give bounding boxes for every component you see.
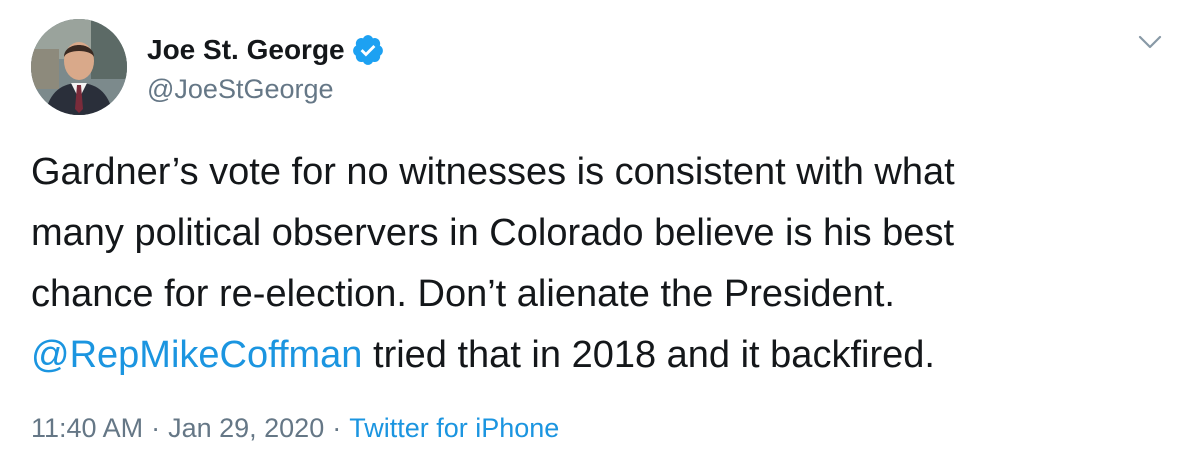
tweet-text-line: many political observers in Colorado bel… xyxy=(31,212,955,254)
tweet-card: Joe St. George @JoeStGeorge Gardner’s vo… xyxy=(0,0,1178,476)
mention-link[interactable]: @RepMikeCoffman xyxy=(31,334,362,376)
meta-separator: · xyxy=(332,413,342,443)
chevron-down-icon[interactable] xyxy=(1137,32,1163,52)
author-display-name[interactable]: Joe St. George xyxy=(147,32,345,68)
author-name-row[interactable]: Joe St. George xyxy=(147,32,385,68)
tweet-source-link[interactable]: Twitter for iPhone xyxy=(349,413,559,443)
tweet-date[interactable]: Jan 29, 2020 xyxy=(168,413,324,443)
profile-photo-icon xyxy=(31,19,127,115)
avatar[interactable] xyxy=(31,19,127,115)
verified-badge-icon xyxy=(352,35,383,65)
author-handle[interactable]: @JoeStGeorge xyxy=(147,72,334,106)
tweet-text-line: Gardner’s vote for no witnesses is consi… xyxy=(31,151,955,193)
tweet-text: Gardner’s vote for no witnesses is consi… xyxy=(31,142,1151,386)
tweet-text-tail: tried that in 2018 and it backfired. xyxy=(362,334,935,376)
tweet-time[interactable]: 11:40 AM xyxy=(31,413,143,443)
tweet-text-line: chance for re-election. Don’t alienate t… xyxy=(31,273,895,315)
tweet-meta: 11:40 AM · Jan 29, 2020 · Twitter for iPhone xyxy=(31,410,559,446)
meta-separator: · xyxy=(151,413,161,443)
tweet-text-line-last: @RepMikeCoffman tried that in 2018 and i… xyxy=(31,325,1151,386)
